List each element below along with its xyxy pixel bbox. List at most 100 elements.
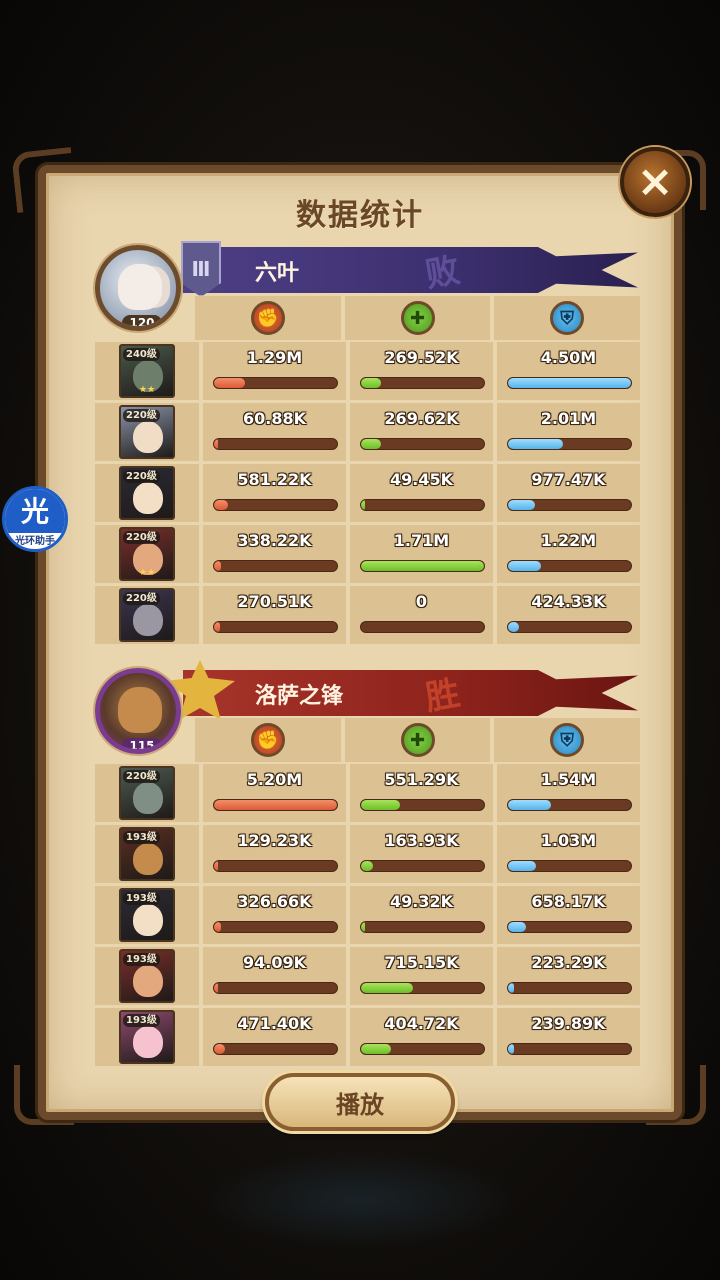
damage-value: 471.40K <box>237 1014 312 1033</box>
hero-portrait[interactable]: 193级 <box>119 949 175 1003</box>
hero-portrait[interactable]: 220级 <box>119 466 175 520</box>
healing-value: 404.72K <box>384 1014 459 1033</box>
background-glow <box>200 1150 520 1250</box>
stat-header-healing: ✚ <box>344 296 491 340</box>
damage-stat-cell: 94.09K <box>203 947 346 1005</box>
tank-stat-cell: 1.22M <box>497 525 640 583</box>
hero-row: 193级 129.23K 163.93K 1.03M <box>95 825 640 883</box>
stat-icon-row: ✊ ✚ ⛨ <box>195 296 641 340</box>
hero-portrait[interactable]: 220级 <box>119 588 175 642</box>
hero-row: 240级 ★★ 1.29M 269.52K 4.50M <box>95 342 640 400</box>
healing-bar <box>360 438 485 450</box>
healing-bar-fill <box>361 983 413 993</box>
stat-icon-row: ✊ ✚ ⛨ <box>195 718 641 762</box>
healing-stat-cell: 49.45K <box>350 464 493 522</box>
healing-bar-fill <box>361 378 381 388</box>
tank-stat-cell: 1.03M <box>497 825 640 883</box>
stat-header-damage: ✊ <box>195 296 341 340</box>
hero-level: 220级 <box>123 470 160 483</box>
hero-portrait[interactable]: 220级 <box>119 405 175 459</box>
damage-value: 94.09K <box>242 953 306 972</box>
damage-value: 1.29M <box>246 348 303 367</box>
hero-portrait-cell: 193级 <box>95 886 199 944</box>
damage-bar <box>213 438 338 450</box>
hero-level: 220级 <box>123 770 160 783</box>
tank-value: 977.47K <box>531 470 606 489</box>
healing-bar <box>360 982 485 994</box>
hero-portrait-cell: 193级 <box>95 825 199 883</box>
damage-stat-cell: 326.66K <box>203 886 346 944</box>
tank-bar-fill <box>508 983 515 993</box>
hero-face <box>133 843 163 875</box>
team-avatar[interactable]: 120 <box>95 245 181 331</box>
team-avatar[interactable]: 115 <box>95 668 181 754</box>
tank-value: 239.89K <box>531 1014 606 1033</box>
healing-bar-fill <box>361 500 365 510</box>
damage-fist-icon: ✊ <box>250 723 285 757</box>
damage-bar <box>213 377 338 389</box>
tank-value: 1.03M <box>540 831 597 850</box>
hero-row: 220级 ★★ 338.22K 1.71M 1.22M <box>95 525 640 583</box>
hero-stats-list: 220级 5.20M 551.29K 1.54M 193级 129.23K 163.93K 1… <box>95 764 640 1069</box>
damage-value: 270.51K <box>237 592 312 611</box>
floating-assistant-button[interactable]: 光 光环助手 <box>2 486 68 552</box>
damage-bar-fill <box>214 861 218 871</box>
hero-level: 240级 <box>123 348 160 361</box>
damage-bar <box>213 982 338 994</box>
tank-value: 1.22M <box>540 531 597 550</box>
healing-stat-cell: 269.52K <box>350 342 493 400</box>
assistant-label: 光环助手 <box>15 536 55 547</box>
hero-row: 193级 94.09K 715.15K 223.29K <box>95 947 640 1005</box>
hero-face <box>133 1026 163 1058</box>
healing-stat-cell: 269.62K <box>350 403 493 461</box>
healing-plus-icon: ✚ <box>400 301 435 335</box>
tank-bar-fill <box>508 922 527 932</box>
tank-bar <box>507 1043 632 1055</box>
damage-bar <box>213 799 338 811</box>
hero-level: 193级 <box>123 892 160 905</box>
hero-row: 220级 5.20M 551.29K 1.54M <box>95 764 640 822</box>
hero-portrait-cell: 193级 <box>95 1008 199 1066</box>
hero-portrait[interactable]: 193级 <box>119 1010 175 1064</box>
close-button[interactable]: × <box>620 147 690 217</box>
hero-stars-icon: ★★ <box>139 568 156 578</box>
healing-stat-cell: 404.72K <box>350 1008 493 1066</box>
hero-portrait[interactable]: 220级 ★★ <box>119 527 175 581</box>
damage-bar <box>213 621 338 633</box>
play-button[interactable]: 播放 <box>265 1073 455 1131</box>
hero-portrait[interactable]: 193级 <box>119 888 175 942</box>
tank-stat-cell: 223.29K <box>497 947 640 1005</box>
tank-stat-cell: 977.47K <box>497 464 640 522</box>
hero-row: 220级 60.88K 269.62K 2.01M <box>95 403 640 461</box>
tank-bar <box>507 921 632 933</box>
stat-header-tank: ⛨ <box>494 296 641 340</box>
team-name: 洛萨之锋 <box>255 684 344 709</box>
damage-value: 60.88K <box>242 409 306 428</box>
stat-header-healing: ✚ <box>344 718 491 762</box>
healing-bar <box>360 560 485 572</box>
damage-bar-fill <box>214 800 337 810</box>
tank-stat-cell: 4.50M <box>497 342 640 400</box>
damage-fist-icon: ✊ <box>250 301 285 335</box>
damage-stat-cell: 270.51K <box>203 586 346 644</box>
healing-value: 1.71M <box>393 531 450 550</box>
hero-face <box>133 482 163 514</box>
damage-bar-fill <box>214 500 228 510</box>
close-icon: × <box>636 156 674 207</box>
tank-bar-fill <box>508 1044 515 1054</box>
avatar-face <box>118 687 162 733</box>
healing-value: 551.29K <box>384 770 459 789</box>
hero-portrait[interactable]: 193级 <box>119 827 175 881</box>
hero-portrait-cell: 220级 ★★ <box>95 525 199 583</box>
team-name: 六叶 <box>255 261 300 286</box>
damage-value: 129.23K <box>237 831 312 850</box>
damage-value: 338.22K <box>237 531 312 550</box>
hero-level: 193级 <box>123 831 160 844</box>
damage-bar <box>213 860 338 872</box>
hero-stars-icon: ★★ <box>139 385 156 395</box>
hero-portrait[interactable]: 240级 ★★ <box>119 344 175 398</box>
team-header-victorious: 洛萨之锋 胜 115 <box>95 658 640 754</box>
damage-stat-cell: 1.29M <box>203 342 346 400</box>
hero-portrait[interactable]: 220级 <box>119 766 175 820</box>
assistant-logo-icon: 光 <box>5 489 65 533</box>
